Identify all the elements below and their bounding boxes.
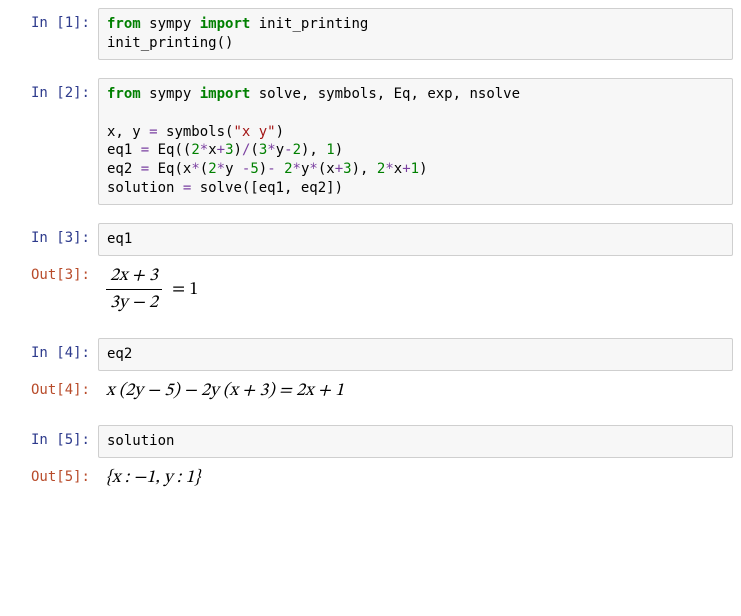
prompt-in-1: In [1]: [8, 8, 98, 39]
fraction-denominator: 3y − 2 [106, 290, 162, 315]
fraction-numerator: 2x + 3 [106, 264, 162, 290]
cell-out-4: Out[4]: x (2y − 5) − 2y (x + 3) = 2x + 1 [8, 375, 733, 407]
cell-in-2: In [2]: from sympy import solve, symbols… [8, 78, 733, 205]
output-4: x (2y − 5) − 2y (x + 3) = 2x + 1 [98, 375, 733, 407]
cell-out-5: Out[5]: {x : −1, y : 1} [8, 462, 733, 494]
cell-in-4: In [4]: eq2 [8, 338, 733, 371]
prompt-in-2: In [2]: [8, 78, 98, 109]
code-input-3[interactable]: eq1 [98, 223, 733, 256]
code-input-5[interactable]: solution [98, 425, 733, 458]
prompt-in-4: In [4]: [8, 338, 98, 369]
prompt-out-3: Out[3]: [8, 260, 98, 291]
cell-in-5: In [5]: solution [8, 425, 733, 458]
equals-rhs: = 1 [168, 281, 198, 299]
prompt-out-4: Out[4]: [8, 375, 98, 406]
cell-in-3: In [3]: eq1 [8, 223, 733, 256]
prompt-in-3: In [3]: [8, 223, 98, 254]
prompt-out-5: Out[5]: [8, 462, 98, 493]
cell-out-3: Out[3]: 2x + 3 3y − 2 = 1 [8, 260, 733, 320]
cell-in-1: In [1]: from sympy import init_printing … [8, 8, 733, 60]
output-3: 2x + 3 3y − 2 = 1 [98, 260, 733, 320]
fraction: 2x + 3 3y − 2 [106, 264, 162, 316]
code-input-4[interactable]: eq2 [98, 338, 733, 371]
code-input-2[interactable]: from sympy import solve, symbols, Eq, ex… [98, 78, 733, 205]
prompt-in-5: In [5]: [8, 425, 98, 456]
code-input-1[interactable]: from sympy import init_printing init_pri… [98, 8, 733, 60]
output-5: {x : −1, y : 1} [98, 462, 733, 494]
